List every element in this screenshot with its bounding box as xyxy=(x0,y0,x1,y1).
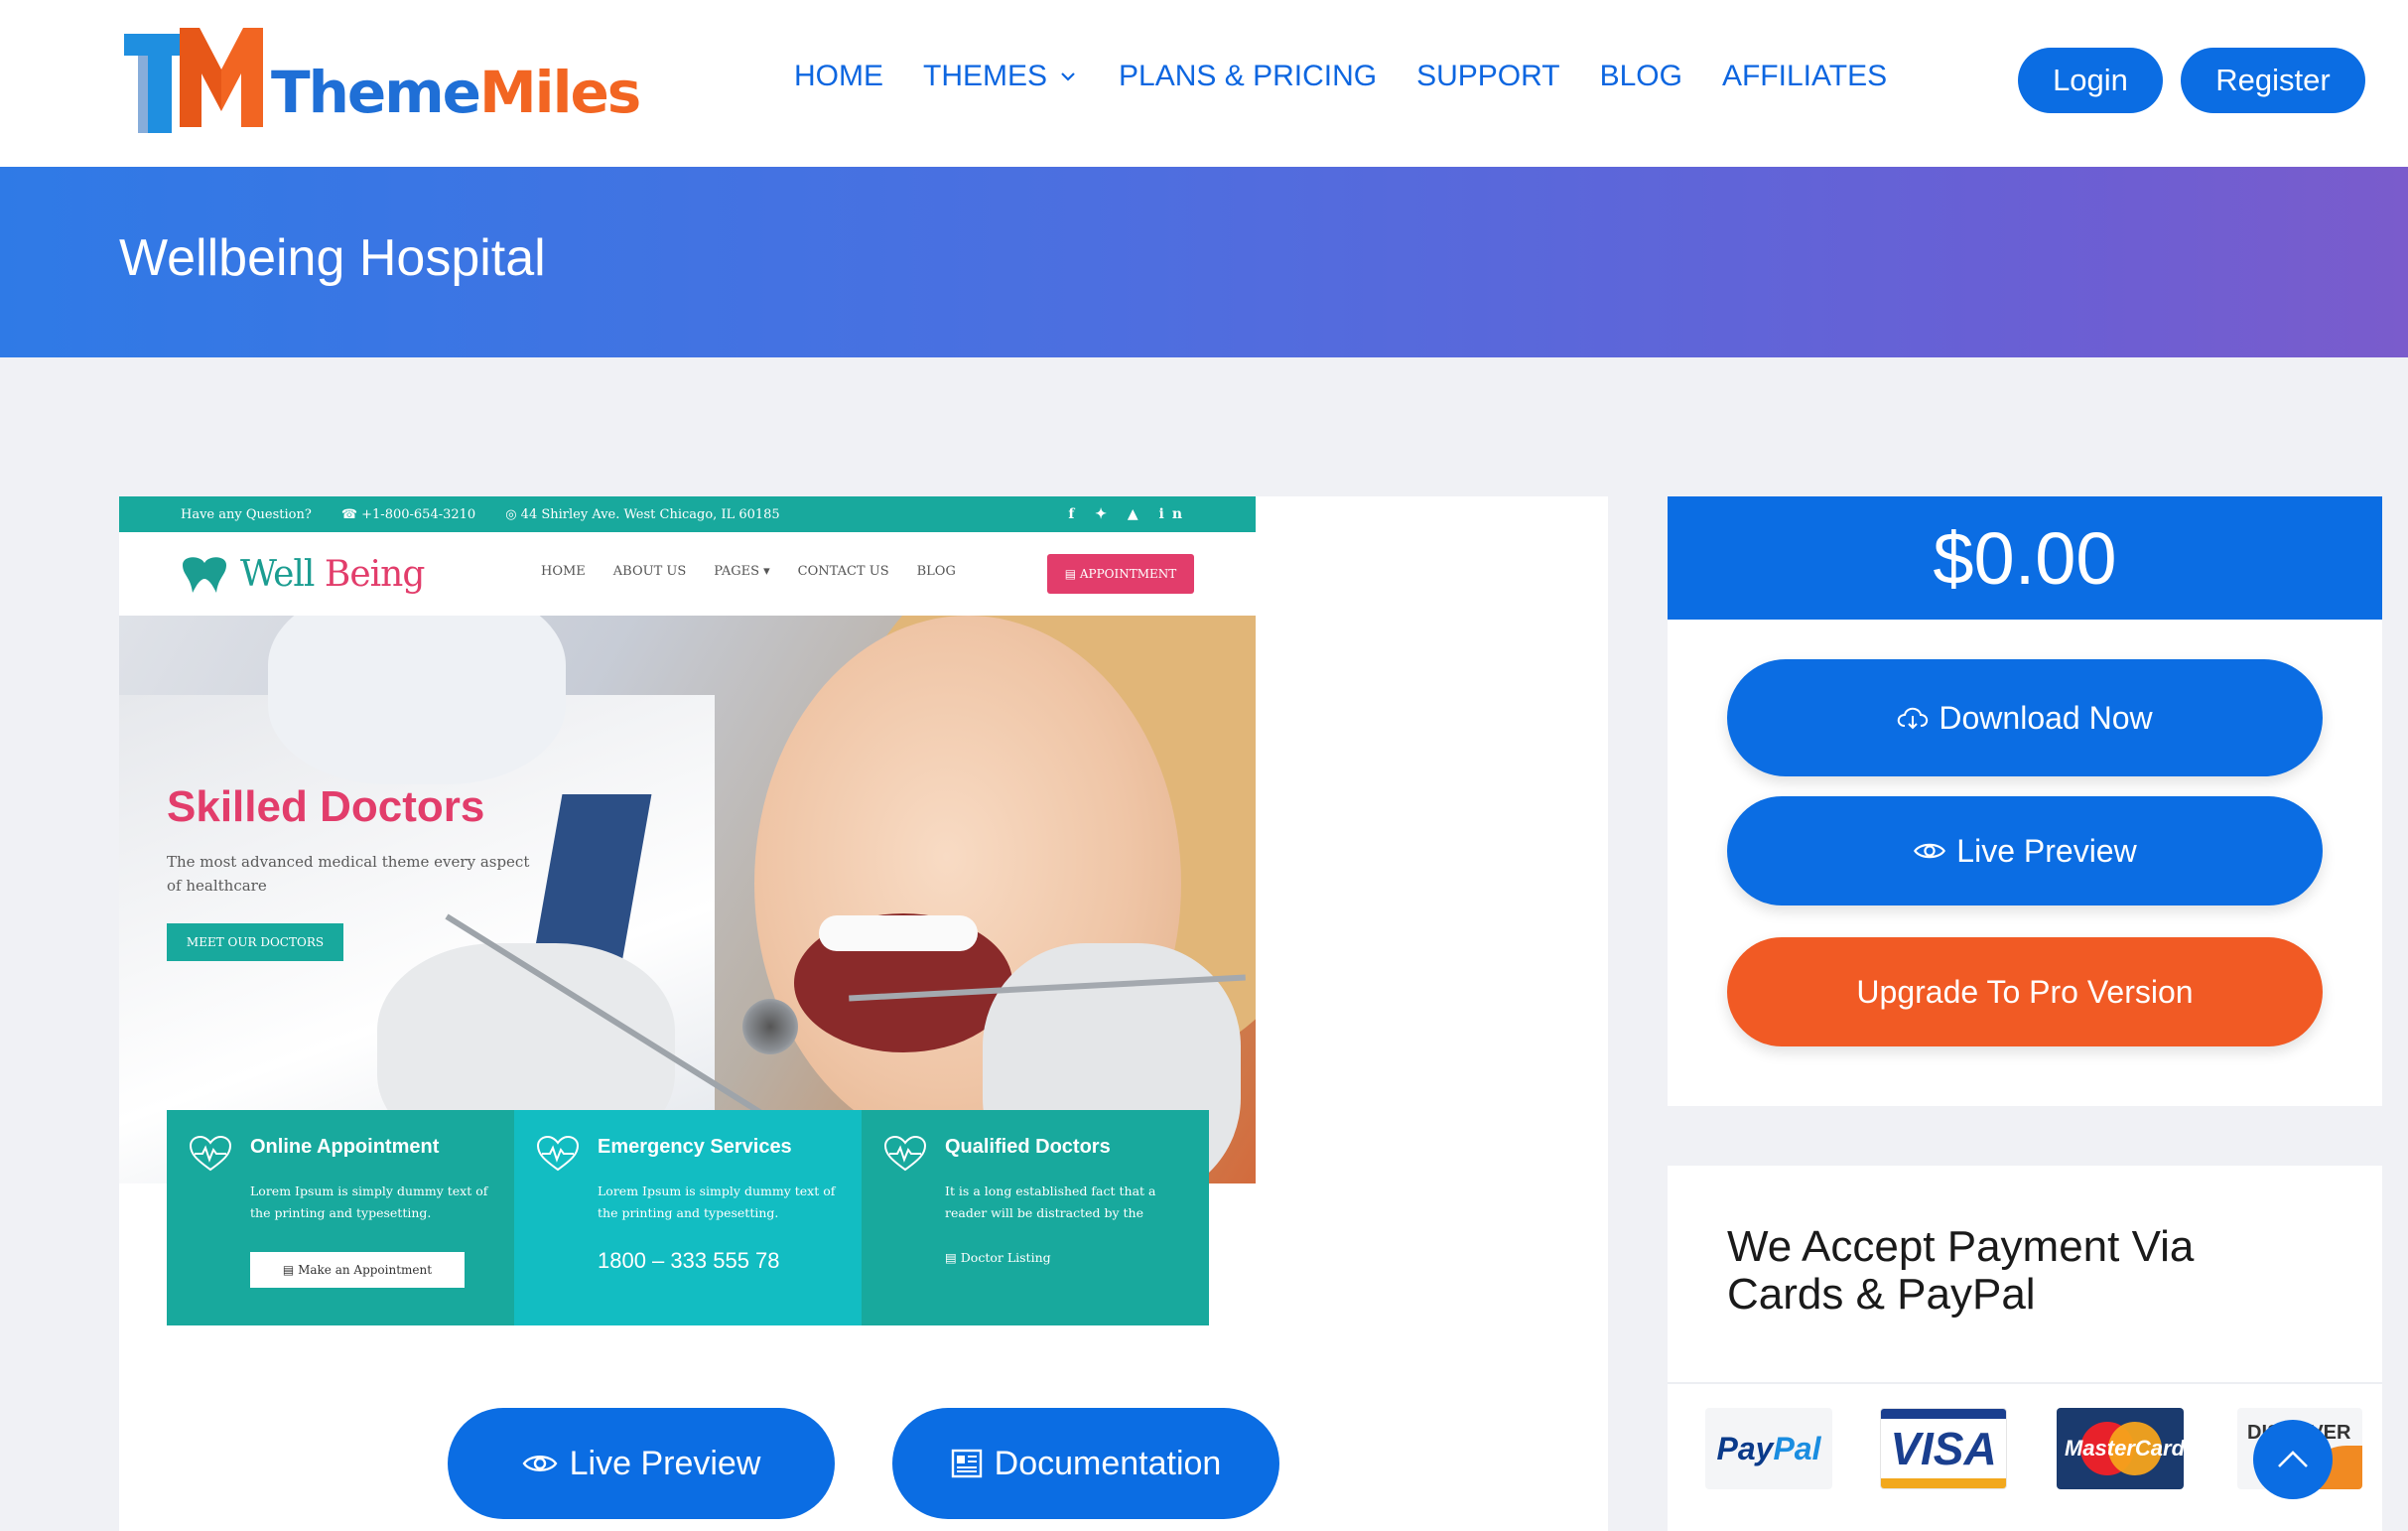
preview-menu-item: BLOG xyxy=(916,564,956,579)
cloud-download-icon xyxy=(1898,707,1929,730)
preview-hero-button: MEET OUR DOCTORS xyxy=(167,923,343,961)
wellbeing-logo: Well Being xyxy=(179,554,425,595)
patient-teeth xyxy=(819,915,978,951)
feature-text: It is a long established fact that a rea… xyxy=(945,1183,1156,1220)
heartbeat-icon xyxy=(189,1136,232,1172)
price-card: $0.00 Download Now Live Preview Upgrade … xyxy=(1668,496,2382,1106)
documentation-label: Documentation xyxy=(994,1444,1222,1482)
scroll-to-top-button[interactable] xyxy=(2253,1420,2333,1499)
preview-features: Online Appointment Lorem Ipsum is simply… xyxy=(167,1110,1209,1325)
nav-home[interactable]: HOME xyxy=(794,60,883,93)
nav-themes-label: THEMES xyxy=(923,60,1048,92)
feature-title: Emergency Services xyxy=(598,1136,792,1158)
nav-support[interactable]: SUPPORT xyxy=(1416,60,1559,93)
doctor-mask xyxy=(268,616,566,784)
preview-menu-item: CONTACT US xyxy=(797,564,889,579)
feature-text: Lorem Ipsum is simply dummy text of the … xyxy=(598,1183,836,1220)
heartbeat-icon xyxy=(536,1136,580,1172)
register-button[interactable]: Register xyxy=(2181,48,2365,113)
preview-menu-item: ABOUT US xyxy=(612,564,687,579)
preview-hero-title: Skilled Doctors xyxy=(167,782,485,831)
main-nav: HOME THEMES PLANS & PRICING SUPPORT BLOG… xyxy=(794,60,1927,93)
feature-title: Qualified Doctors xyxy=(945,1136,1111,1158)
upgrade-pro-button[interactable]: Upgrade To Pro Version xyxy=(1727,937,2323,1046)
chevron-down-icon xyxy=(1061,72,1075,81)
feature-title: Online Appointment xyxy=(250,1136,440,1158)
preview-topbar: Have any Question? ☎ +1-800-654-3210 ◎ 4… xyxy=(119,496,1256,532)
eye-icon xyxy=(522,1456,558,1471)
tooth-icon xyxy=(183,556,226,593)
paypal-logo: Pay Pal xyxy=(1705,1408,1832,1489)
nav-affiliates[interactable]: AFFILIATES xyxy=(1722,60,1887,93)
page-title: Wellbeing Hospital xyxy=(119,229,546,287)
live-preview-label: Live Preview xyxy=(569,1444,761,1482)
theme-screenshot: Have any Question? ☎ +1-800-654-3210 ◎ 4… xyxy=(119,496,1256,1325)
sidebar-live-preview-button[interactable]: Live Preview xyxy=(1727,796,2323,905)
feature-emergency-services: Emergency Services Lorem Ipsum is simply… xyxy=(514,1110,862,1325)
feature-qualified-doctors: Qualified Doctors It is a long establish… xyxy=(862,1110,1209,1325)
nav-blog[interactable]: BLOG xyxy=(1600,60,1682,93)
preview-hero-image: Skilled Doctors The most advanced medica… xyxy=(119,616,1256,1183)
feature-doctor-listing: ▤ Doctor Listing xyxy=(945,1250,1051,1265)
download-now-label: Download Now xyxy=(1939,699,2153,736)
preview-address: ◎ 44 Shirley Ave. West Chicago, IL 60185 xyxy=(505,506,780,522)
mastercard-logo: MasterCard xyxy=(2057,1408,2184,1489)
document-icon xyxy=(951,1449,982,1478)
page-banner: Wellbeing Hospital xyxy=(0,167,2408,357)
wellbeing-wordmark: Well Being xyxy=(240,554,425,595)
documentation-button[interactable]: Documentation xyxy=(892,1408,1279,1519)
eye-icon xyxy=(1914,843,1946,859)
preview-menu-item: HOME xyxy=(541,564,586,579)
thememiles-logo[interactable]: ThemeMiles xyxy=(124,28,641,135)
visa-logo: VISA xyxy=(1880,1408,2007,1489)
feature-text: Lorem Ipsum is simply dummy text of the … xyxy=(250,1183,488,1220)
preview-question: Have any Question? xyxy=(181,506,312,522)
dental-mirror xyxy=(742,999,798,1054)
site-header: ThemeMiles HOME THEMES PLANS & PRICING S… xyxy=(0,0,2408,167)
preview-menu-item: PAGES ▾ xyxy=(714,564,770,579)
login-button[interactable]: Login xyxy=(2018,48,2163,113)
heartbeat-icon xyxy=(883,1136,927,1172)
nav-plans-pricing[interactable]: PLANS & PRICING xyxy=(1119,60,1377,93)
feature-appointment-button: ▤ Make an Appointment xyxy=(250,1252,465,1288)
preview-navbar: Well Being HOME ABOUT US PAGES ▾ CONTACT… xyxy=(119,532,1256,616)
sidebar-live-preview-label: Live Preview xyxy=(1956,832,2137,869)
tm-logo-icon xyxy=(124,28,263,133)
preview-hero-subtitle: The most advanced medical theme every as… xyxy=(167,853,530,895)
payment-title: We Accept Payment Via Cards & PayPal xyxy=(1727,1222,2195,1319)
logo-wordmark: ThemeMiles xyxy=(271,59,641,126)
preview-phone: ☎ +1-800-654-3210 xyxy=(340,506,476,522)
feature-online-appointment: Online Appointment Lorem Ipsum is simply… xyxy=(167,1110,514,1325)
chevron-up-icon xyxy=(2278,1451,2308,1467)
feature-phone: 1800 – 333 555 78 xyxy=(598,1248,780,1273)
preview-appointment-button: ▤ APPOINTMENT xyxy=(1047,554,1194,594)
nav-themes[interactable]: THEMES xyxy=(923,60,1079,93)
divider xyxy=(1668,1382,2382,1384)
preview-menu: HOME ABOUT US PAGES ▾ CONTACT US BLOG xyxy=(541,564,984,579)
price-value: $0.00 xyxy=(1668,496,2382,620)
download-now-button[interactable]: Download Now xyxy=(1727,659,2323,776)
preview-social-icons: f ✦ ▲ in xyxy=(1068,506,1190,522)
live-preview-button[interactable]: Live Preview xyxy=(448,1408,835,1519)
theme-preview-card: Have any Question? ☎ +1-800-654-3210 ◎ 4… xyxy=(119,496,1608,1531)
